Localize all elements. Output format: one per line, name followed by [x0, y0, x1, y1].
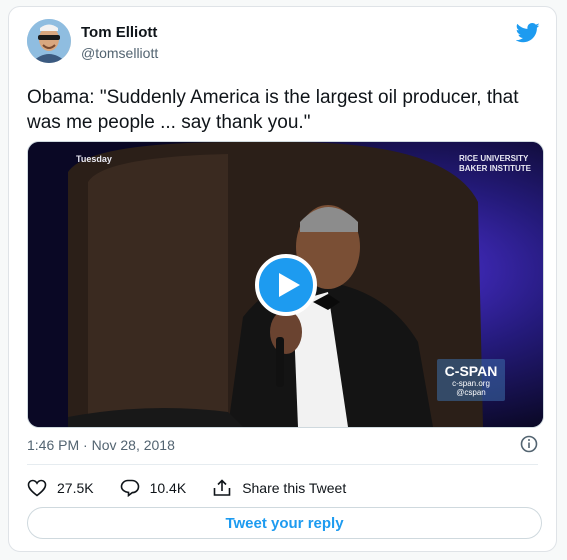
reply-count: 10.4K — [149, 480, 187, 496]
heart-icon — [27, 479, 47, 497]
author-handle[interactable]: @tomselliott — [81, 45, 158, 61]
network-handle: @cspan — [456, 388, 486, 397]
share-action[interactable]: Share this Tweet — [212, 479, 346, 497]
tweet-card: Tom Elliott @tomselliott Obama: "Suddenl… — [8, 6, 557, 552]
reply-action[interactable]: 10.4K — [120, 479, 187, 497]
tweet-text: Obama: "Suddenly America is the largest … — [27, 87, 519, 133]
org-line-2: BAKER INSTITUTE — [459, 164, 531, 173]
like-action[interactable]: 27.5K — [27, 479, 94, 497]
avatar[interactable] — [27, 19, 71, 63]
info-icon[interactable] — [520, 435, 538, 453]
network-logo-text: C-SPAN — [444, 363, 498, 379]
like-count: 27.5K — [57, 480, 94, 496]
play-icon — [279, 273, 300, 297]
twitter-bird-icon[interactable] — [516, 23, 540, 43]
share-icon — [213, 479, 231, 496]
video-player[interactable]: Tuesday RICE UNIVERSITY BAKER INSTITUTE … — [27, 141, 544, 428]
video-overlay-day: Tuesday — [76, 154, 112, 164]
author-name[interactable]: Tom Elliott — [81, 24, 157, 41]
tweet-timestamp[interactable]: 1:46 PM · Nov 28, 2018 — [27, 437, 175, 453]
share-label: Share this Tweet — [242, 480, 347, 496]
divider — [27, 464, 538, 465]
network-logo: C-SPAN c-span.org @cspan — [437, 359, 505, 401]
reply-button-label: Tweet your reply — [225, 514, 344, 532]
reply-icon — [120, 479, 139, 497]
video-overlay-org: RICE UNIVERSITY BAKER INSTITUTE — [459, 154, 531, 174]
org-line-1: RICE UNIVERSITY — [459, 154, 529, 163]
play-button[interactable] — [255, 254, 317, 316]
tweet-your-reply-button[interactable]: Tweet your reply — [27, 507, 542, 539]
network-url: c-span.org — [452, 379, 490, 388]
action-bar: 27.5K 10.4K Share this Tweet — [27, 477, 372, 499]
